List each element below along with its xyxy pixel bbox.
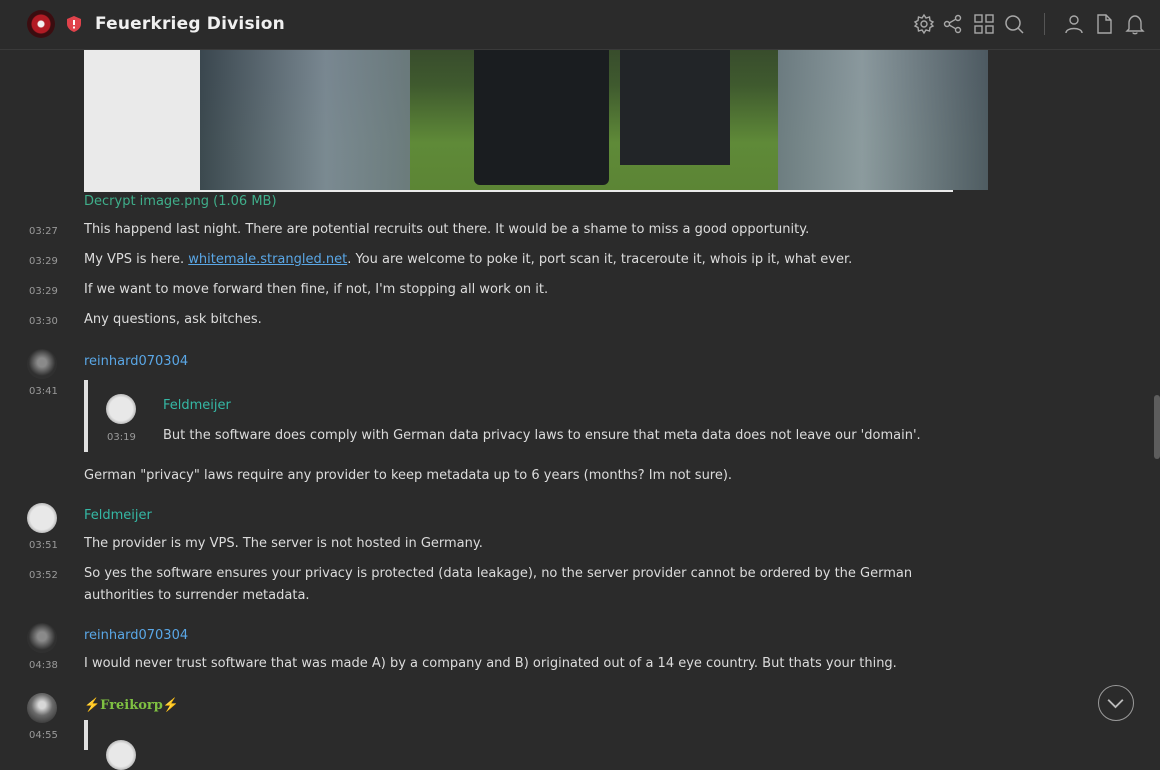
divider — [1044, 13, 1045, 35]
message-timestamp: 03:27 — [29, 226, 58, 237]
vps-link[interactable]: whitemale.strangled.net — [188, 252, 347, 267]
members-icon[interactable] — [1063, 13, 1085, 35]
scroll-to-bottom-button[interactable] — [1098, 685, 1134, 721]
username[interactable]: Feldmeijer — [84, 508, 152, 523]
username[interactable]: reinhard070304 — [84, 628, 188, 643]
message-timestamp: 03:52 — [29, 570, 58, 581]
shield-icon — [67, 16, 81, 32]
username[interactable]: ⚡Freikorp⚡ — [84, 698, 179, 713]
message-timestamp: 03:29 — [29, 256, 58, 267]
avatar — [106, 394, 136, 424]
message-timestamp: 03:41 — [29, 386, 58, 397]
top-bar: Feuerkrieg Division — [0, 0, 1160, 50]
server-settings-icon[interactable] — [913, 13, 935, 35]
quoted-message[interactable] — [84, 720, 958, 770]
message-text: If we want to move forward then fine, if… — [84, 282, 549, 297]
username[interactable]: reinhard070304 — [84, 354, 188, 369]
message-timestamp: 04:55 — [29, 730, 58, 741]
message-text: I would never trust software that was ma… — [84, 656, 897, 671]
scrollbar-thumb[interactable] — [1154, 395, 1160, 459]
avatar[interactable] — [27, 623, 57, 653]
avatar[interactable] — [27, 693, 57, 723]
message-timestamp: 03:51 — [29, 540, 58, 551]
share-icon[interactable] — [942, 13, 964, 35]
server-avatar[interactable] — [27, 10, 55, 38]
message-text: German "privacy" laws require any provid… — [84, 468, 733, 483]
quoted-timestamp: 03:19 — [107, 432, 136, 443]
avatar[interactable] — [27, 349, 57, 379]
message-text: My VPS is here. whitemale.strangled.net.… — [84, 252, 853, 267]
message-text: The provider is my VPS. The server is no… — [84, 536, 483, 551]
message-text: Any questions, ask bitches. — [84, 312, 262, 327]
apps-icon[interactable] — [973, 13, 995, 35]
message-text: So yes the software ensures your privacy… — [84, 566, 913, 603]
notifications-icon[interactable] — [1124, 13, 1146, 35]
search-icon[interactable] — [1003, 13, 1025, 35]
attachment-download-link[interactable]: Decrypt image.png (1.06 MB) — [84, 194, 277, 209]
message-timestamp: 03:29 — [29, 286, 58, 297]
avatar[interactable] — [27, 503, 57, 533]
quoted-username[interactable]: Feldmeijer — [163, 398, 231, 413]
message-feed: Decrypt image.png (1.06 MB) 03:27 This h… — [0, 0, 1160, 770]
chevron-down-icon — [1107, 699, 1124, 709]
quoted-message[interactable]: Feldmeijer 03:19 But the software does c… — [84, 380, 958, 452]
page-title: Feuerkrieg Division — [95, 14, 285, 34]
message-timestamp: 04:38 — [29, 660, 58, 671]
files-icon[interactable] — [1093, 13, 1115, 35]
message-text: This happend last night. There are poten… — [84, 222, 810, 237]
message-timestamp: 03:30 — [29, 316, 58, 327]
quoted-text: But the software does comply with German… — [163, 428, 921, 443]
